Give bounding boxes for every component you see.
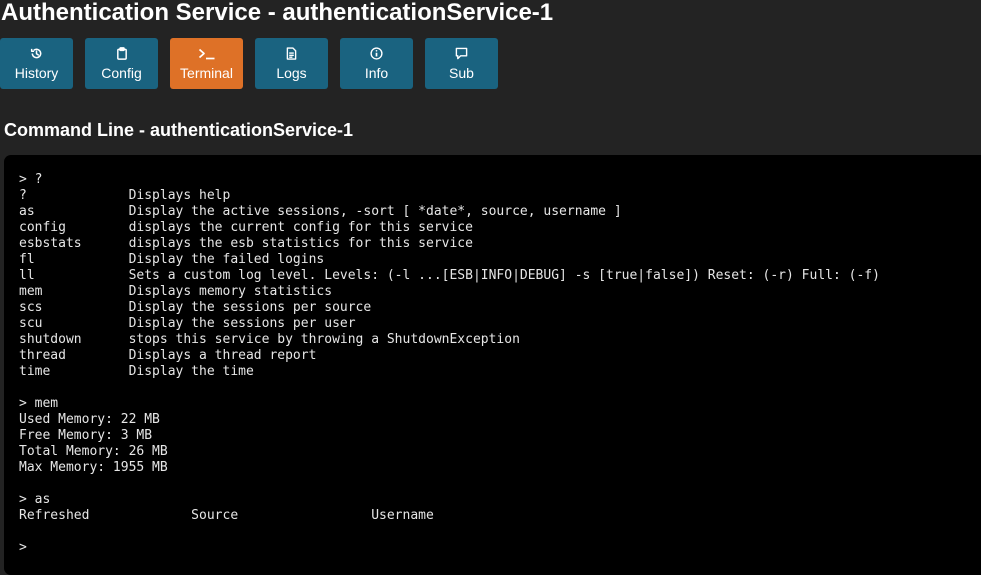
sub-button-label: Sub — [449, 64, 474, 81]
info-button-label: Info — [364, 64, 389, 81]
page-title: Authentication Service - authenticationS… — [1, 0, 554, 26]
terminal-button-label: Terminal — [180, 64, 233, 81]
clipboard-icon — [116, 47, 128, 61]
history-button-label: History — [14, 64, 59, 81]
logs-button[interactable]: Logs — [255, 38, 328, 89]
command-line-title: Command Line - authenticationService-1 — [4, 120, 354, 140]
terminal-output: > ? ? Displays help as Display the activ… — [19, 172, 880, 555]
history-icon — [30, 47, 43, 61]
message-icon — [455, 47, 468, 61]
config-button-label: Config — [101, 64, 142, 81]
info-button[interactable]: Info — [340, 38, 413, 89]
file-icon — [286, 47, 297, 61]
info-icon — [370, 47, 383, 61]
history-button[interactable]: History — [0, 38, 73, 89]
terminal-button[interactable]: Terminal — [170, 38, 243, 89]
terminal-console[interactable]: > ? ? Displays help as Display the activ… — [4, 155, 981, 575]
config-button[interactable]: Config — [85, 38, 158, 89]
logs-button-label: Logs — [276, 64, 307, 81]
terminal-icon — [198, 47, 216, 61]
sub-button[interactable]: Sub — [425, 38, 498, 89]
